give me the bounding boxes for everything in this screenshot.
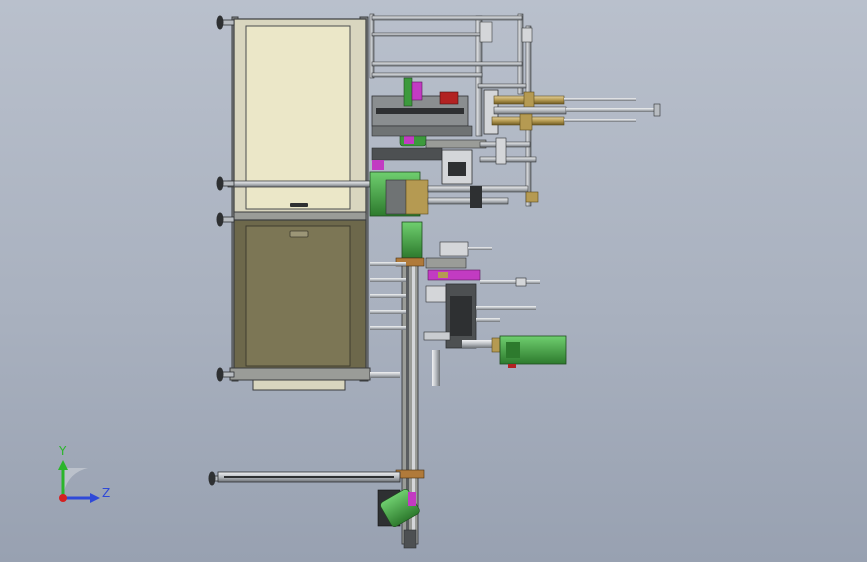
cylinder[interactable] [491,113,636,131]
lower-cabinet-panel [245,225,351,367]
leveling-foot [216,212,235,227]
green-motor[interactable] [499,335,567,368]
cylinder[interactable] [493,103,661,117]
cabinet-base-beam [229,367,371,381]
orientation-triad: Y Z [58,444,110,503]
pneumatic-cylinders-upper[interactable] [479,91,661,165]
z-axis-label: Z [102,486,110,500]
cylinder[interactable] [493,91,636,109]
cabinet-mid-beam [233,211,367,221]
leveling-foot [216,176,235,191]
lower-cabinet-handle[interactable] [289,230,309,238]
cabinet-base-plate [252,379,346,391]
leveling-feet [208,15,235,486]
cabinet-divider-rail [227,180,371,188]
y-axis-label: Y [58,444,67,458]
cad-viewport[interactable]: Y Z [0,0,867,562]
leveling-foot [216,15,235,30]
cabinet[interactable] [227,16,371,391]
lower-arm-bar[interactable] [217,471,401,483]
upper-cabinet-handle[interactable] [290,203,308,207]
assembly-drawing[interactable]: Y Z [0,0,867,562]
lower-guide-rails [370,262,406,378]
